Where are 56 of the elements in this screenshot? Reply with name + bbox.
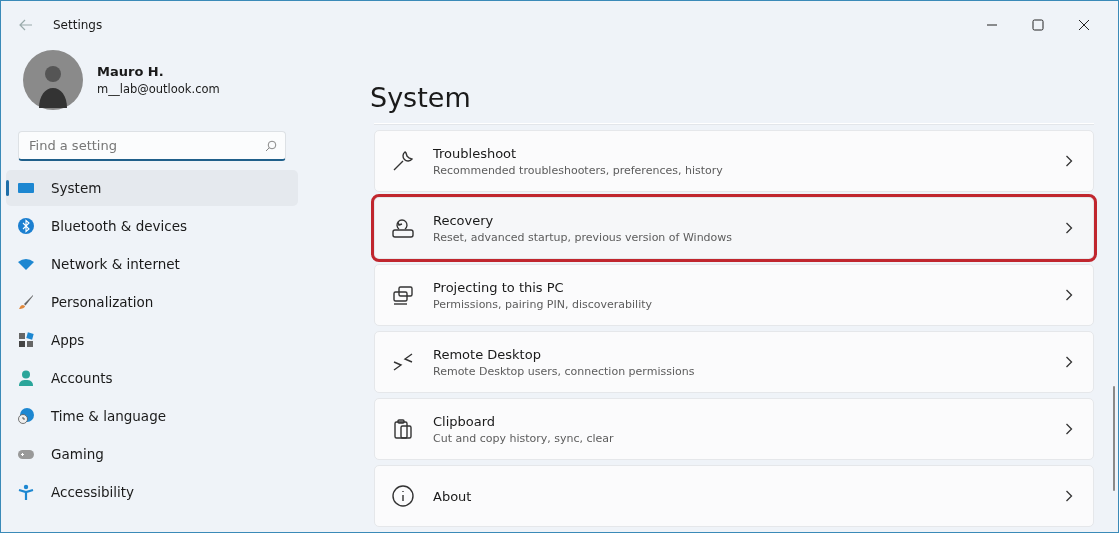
avatar-icon [23, 50, 83, 110]
apps-icon [18, 332, 34, 348]
card-title: Troubleshoot [433, 145, 518, 161]
accounts-icon [18, 370, 34, 386]
personalization-icon [18, 294, 34, 310]
back-arrow-icon[interactable] [18, 17, 34, 33]
chevron-right-icon [1065, 222, 1073, 234]
settings-card[interactable]: Clipboard Cut and copy history, sync, clear [374, 398, 1094, 460]
network-icon [18, 256, 34, 272]
troubleshoot-icon [391, 149, 415, 173]
chevron-right-icon [1065, 155, 1073, 167]
projecting-icon [391, 283, 415, 307]
card-description: Recommended troubleshooters, preferences, history [433, 163, 724, 177]
sidebar-item[interactable]: Gaming [6, 436, 298, 472]
card-title: Recovery [433, 212, 495, 228]
settings-card[interactable]: Remote Desktop Remote Desktop users, connection permissions [374, 331, 1094, 393]
recovery-icon [391, 216, 415, 240]
card-description: Permissions, pairing PIN, discoverability [433, 297, 654, 311]
settings-card[interactable]: Troubleshoot Recommended troubleshooters, preferences, history [374, 130, 1094, 192]
settings-card[interactable]: Projecting to this PC Permissions, pairing PIN, discoverability [374, 264, 1094, 326]
sidebar-item[interactable]: Accessibility [6, 474, 298, 510]
page-title: System [370, 82, 472, 113]
sidebar-item[interactable]: Network & internet [6, 246, 298, 282]
account-name: Mauro H. [97, 64, 165, 79]
chevron-right-icon [1065, 356, 1073, 368]
accessibility-icon [18, 484, 34, 500]
card-description: Remote Desktop users, connection permissions [433, 364, 696, 378]
chevron-right-icon [1065, 490, 1073, 502]
search-field[interactable]: Find a setting [18, 131, 286, 161]
sidebar-item[interactable]: Bluetooth & devices [6, 208, 298, 244]
maximize-icon[interactable] [1032, 19, 1044, 31]
window-title: Settings [53, 18, 103, 32]
bluetooth-icon [18, 218, 34, 234]
time-icon [18, 408, 34, 424]
card-title: Projecting to this PC [433, 279, 565, 295]
scrollbar[interactable] [1113, 386, 1115, 491]
settings-card[interactable]: Recovery Reset, advanced startup, previous version of Windows [374, 197, 1094, 259]
about-icon [391, 484, 415, 508]
chevron-right-icon [1065, 423, 1073, 435]
sidebar-item[interactable]: System [6, 170, 298, 206]
clipboard-icon [391, 417, 415, 441]
account-email: m__lab@outlook.com [97, 82, 220, 96]
search-icon [265, 140, 277, 152]
card-description: Cut and copy history, sync, clear [433, 431, 615, 445]
settings-card[interactable]: About [374, 465, 1094, 527]
card-description: Reset, advanced startup, previous version of Windows [433, 230, 734, 244]
card-title: Remote Desktop [433, 346, 542, 362]
card-title: Clipboard [433, 413, 497, 429]
close-icon[interactable] [1078, 19, 1090, 31]
card-title: About [433, 488, 473, 504]
sidebar-item[interactable]: Accounts [6, 360, 298, 396]
system-icon [18, 180, 34, 196]
sidebar-item[interactable]: Apps [6, 322, 298, 358]
sidebar-item[interactable]: Time & language [6, 398, 298, 434]
chevron-right-icon [1065, 289, 1073, 301]
sidebar-item[interactable]: Personalization [6, 284, 298, 320]
